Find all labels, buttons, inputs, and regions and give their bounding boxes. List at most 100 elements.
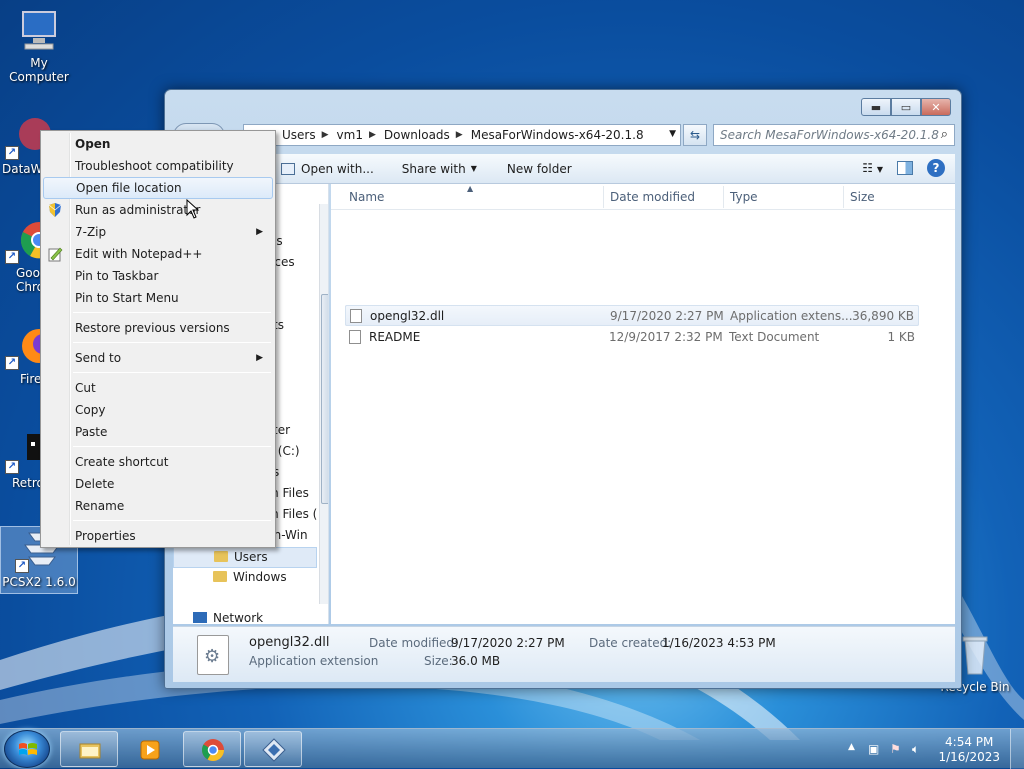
column-name[interactable]: Name <box>349 190 384 204</box>
menu-item-create-shortcut[interactable]: Create shortcut <box>43 451 273 473</box>
file-row-readme[interactable]: README 12/9/2017 2:32 PM Text Document 1… <box>345 327 919 348</box>
chevron-right-icon[interactable]: ▶ <box>456 130 463 140</box>
notepad-plus-plus-icon <box>48 247 63 262</box>
details-size-label: Size: <box>424 654 453 668</box>
chevron-right-icon[interactable]: ▶ <box>322 130 329 140</box>
file-name: README <box>369 330 421 344</box>
menu-item-properties[interactable]: Properties <box>43 525 273 547</box>
folder-icon <box>214 551 228 562</box>
taskbar: ▲ ▣ ⚑ 🔈︎ 4:54 PM 1/16/2023 <box>0 728 1024 769</box>
column-date[interactable]: Date modified <box>610 190 695 204</box>
menu-item-delete[interactable]: Delete <box>43 473 273 495</box>
nav-item-network[interactable]: Network <box>193 611 263 624</box>
menu-item-open[interactable]: Open <box>43 133 273 155</box>
search-icon[interactable]: ⌕ <box>941 127 948 142</box>
menu-item-copy[interactable]: Copy <box>43 399 273 421</box>
menu-item-cut[interactable]: Cut <box>43 377 273 399</box>
menu-item-open-file-location[interactable]: Open file location <box>43 177 273 199</box>
preview-pane-icon[interactable] <box>897 161 913 175</box>
file-row-opengl32[interactable]: opengl32.dll 9/17/2020 2:27 PM Applicati… <box>345 305 919 326</box>
maximize-button[interactable]: ▭ <box>891 98 921 116</box>
details-pane: opengl32.dll Application extension Date … <box>173 626 955 682</box>
file-date: 12/9/2017 2:32 PM <box>609 330 723 344</box>
taskbar-media-player-button[interactable] <box>120 731 178 767</box>
menu-item-notepadpp[interactable]: Edit with Notepad++ <box>43 243 273 265</box>
menu-item-pin-taskbar[interactable]: Pin to Taskbar <box>43 265 273 287</box>
computer-icon <box>15 8 63 54</box>
menu-separator <box>73 520 271 521</box>
menu-item-label: Send to <box>75 351 122 365</box>
nav-item-windows[interactable]: Windows <box>213 570 287 584</box>
column-type[interactable]: Type <box>730 190 758 204</box>
close-button[interactable]: ✕ <box>921 98 951 116</box>
submenu-arrow-icon: ▶ <box>256 353 263 363</box>
menu-item-rename[interactable]: Rename <box>43 495 273 517</box>
scrollbar-thumb[interactable] <box>321 294 328 504</box>
column-divider[interactable] <box>723 186 724 208</box>
chrome-icon <box>202 739 224 761</box>
shield-icon <box>48 203 62 217</box>
taskbar-explorer-button[interactable] <box>60 731 118 767</box>
clock-time: 4:54 PM <box>945 735 994 749</box>
details-date-created: 1/16/2023 4:53 PM <box>662 636 776 650</box>
nav-item-label: Users <box>234 550 268 564</box>
explorer-window[interactable]: ▬ ▭ ✕ Users ▶ vm1 ▶ Downloads ▶ MesaForWind… <box>164 89 962 689</box>
menu-item-restore-versions[interactable]: Restore previous versions <box>43 317 273 339</box>
maximize-icon: ▭ <box>900 100 912 114</box>
file-size: 1 KB <box>887 330 915 344</box>
menu-item-run-as-admin[interactable]: Run as administrator <box>43 199 273 221</box>
breadcrumb-downloads[interactable]: Downloads <box>384 128 450 142</box>
desktop-icon-label: Goo Chro <box>16 266 44 294</box>
nav-item-users[interactable]: Users <box>173 547 317 568</box>
taskbar-chrome-button[interactable] <box>183 731 241 767</box>
minimize-button[interactable]: ▬ <box>861 98 891 116</box>
refresh-button[interactable]: ⇆ <box>683 124 707 146</box>
address-bar[interactable]: Users ▶ vm1 ▶ Downloads ▶ MesaForWindows-x6… <box>243 124 681 146</box>
file-list[interactable]: Name ▲ Date modified Type Size opengl32.… <box>331 184 955 624</box>
view-options-icon[interactable]: ☷ ▼ <box>862 161 883 175</box>
file-size: 36,890 KB <box>852 309 914 323</box>
sort-up-icon: ▲ <box>467 184 474 193</box>
system-tray: ▲ ▣ ⚑ 🔈︎ 4:54 PM 1/16/2023 <box>842 729 1024 769</box>
chevron-down-icon[interactable]: ▼ <box>669 129 676 139</box>
breadcrumb-current-folder[interactable]: MesaForWindows-x64-20.1.8 <box>471 128 644 142</box>
desktop-icon-my-computer[interactable]: My Computer <box>0 8 78 84</box>
shortcut-arrow-icon: ↗ <box>5 250 19 264</box>
volume-icon[interactable]: 🔈︎ <box>912 742 919 757</box>
details-date-modified: 9/17/2020 2:27 PM <box>451 636 565 650</box>
menu-item-7zip[interactable]: 7-Zip ▶ <box>43 221 273 243</box>
menu-item-troubleshoot[interactable]: Troubleshoot compatibility <box>43 155 273 177</box>
nav-scrollbar[interactable] <box>319 204 328 604</box>
breadcrumb-users[interactable]: Users <box>282 128 316 142</box>
share-with-button[interactable]: Share with ▼ <box>402 162 477 176</box>
new-folder-button[interactable]: New folder <box>507 162 572 176</box>
chevron-right-icon[interactable]: ▶ <box>369 130 376 140</box>
search-placeholder: Search MesaForWindows-x64-20.1.8 <box>720 128 939 142</box>
start-button[interactable] <box>4 730 50 768</box>
menu-item-paste[interactable]: Paste <box>43 421 273 443</box>
column-divider[interactable] <box>843 186 844 208</box>
breadcrumb-vm1[interactable]: vm1 <box>337 128 363 142</box>
help-icon[interactable]: ? <box>927 159 945 177</box>
shortcut-arrow-icon: ↗ <box>5 460 19 474</box>
action-center-icon[interactable]: ⚑ <box>890 742 901 756</box>
new-folder-label: New folder <box>506 161 572 176</box>
column-divider[interactable] <box>603 186 604 208</box>
show-desktop-button[interactable] <box>1010 729 1024 769</box>
network-tray-icon[interactable]: ▣ <box>868 742 879 756</box>
clock[interactable]: 4:54 PM 1/16/2023 <box>938 735 1000 765</box>
menu-item-label: Edit with Notepad++ <box>75 247 203 261</box>
context-menu: Open Troubleshoot compatibility Open fil… <box>40 130 276 548</box>
mouse-cursor-icon <box>186 199 200 219</box>
menu-item-pin-start[interactable]: Pin to Start Menu <box>43 287 273 309</box>
media-player-icon <box>140 740 160 760</box>
details-kind: Application extension <box>249 654 379 668</box>
taskbar-pcsx2-button[interactable] <box>244 731 302 767</box>
show-hidden-icons-icon[interactable]: ▲ <box>848 742 855 752</box>
column-size[interactable]: Size <box>850 190 875 204</box>
menu-item-send-to[interactable]: Send to ▶ <box>43 347 273 369</box>
open-with-button[interactable]: Open with... <box>281 162 374 176</box>
command-bar: Open with... Share with ▼ New folder ☷ ▼ … <box>173 154 955 184</box>
network-icon <box>193 612 207 623</box>
search-input[interactable]: Search MesaForWindows-x64-20.1.8 ⌕ <box>713 124 955 146</box>
